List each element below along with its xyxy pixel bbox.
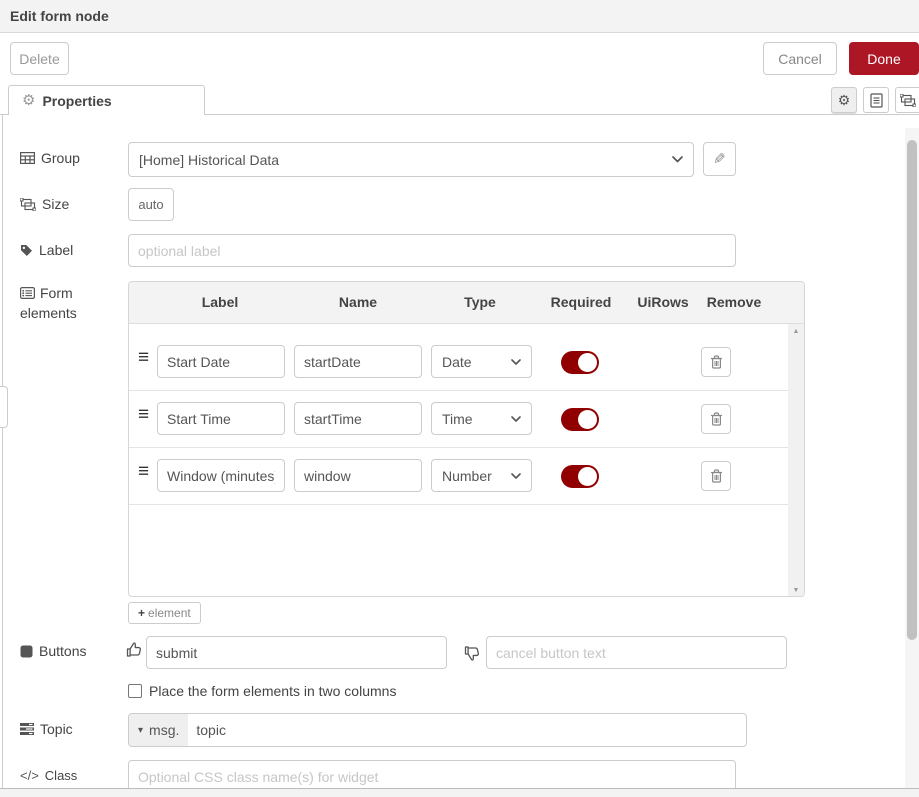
scrollbar-thumb[interactable]	[907, 140, 917, 640]
topic-value[interactable]: topic	[188, 714, 226, 746]
tab-properties-label: Properties	[42, 93, 111, 109]
toggle-knob	[578, 410, 597, 429]
object-group-icon	[900, 94, 916, 107]
tray-footer-strip	[0, 788, 919, 797]
element-name-input[interactable]	[294, 459, 422, 492]
drag-handle-icon[interactable]: ≡	[138, 405, 149, 424]
tasks-icon	[20, 723, 34, 735]
cancel-button[interactable]: Cancel	[763, 42, 837, 75]
two-columns-checkbox-label: Place the form elements in two columns	[149, 683, 396, 699]
delete-element-button[interactable]	[701, 404, 731, 434]
element-type-select[interactable]: Time	[431, 402, 532, 435]
document-icon	[870, 93, 883, 108]
topic-type-label: msg.	[149, 722, 179, 738]
drag-handle-icon[interactable]: ≡	[138, 348, 149, 367]
form-element-row: ≡ Date	[129, 334, 788, 391]
topic-field-label: Topic	[20, 721, 73, 737]
cancel-button-text-input[interactable]	[486, 636, 787, 669]
gear-icon: ⚙	[838, 93, 851, 107]
group-select[interactable]: [Home] Historical Data	[128, 142, 694, 177]
delete-element-button[interactable]	[701, 461, 731, 491]
element-name-input[interactable]	[294, 402, 422, 435]
element-type-select[interactable]: Date	[431, 345, 532, 378]
dialog-title: Edit form node	[10, 8, 109, 24]
object-group-icon	[20, 198, 36, 211]
submit-button-text-input[interactable]	[146, 636, 447, 669]
description-tab-button[interactable]	[863, 87, 889, 113]
element-name-input[interactable]	[294, 345, 422, 378]
toggle-knob	[578, 467, 597, 486]
appearance-tab-button[interactable]	[895, 87, 919, 113]
size-field-label: Size	[20, 196, 69, 212]
group-select-value: [Home] Historical Data	[139, 152, 279, 168]
drag-handle-icon[interactable]: ≡	[138, 462, 149, 481]
thumbs-up-icon	[126, 641, 143, 658]
main-scrollbar[interactable]	[905, 128, 919, 788]
form-elements-table-body: ≡ Date	[129, 324, 804, 597]
column-header-required: Required	[551, 294, 612, 310]
chevron-down-icon	[511, 473, 521, 479]
edit-form-node-dialog: Edit form node Delete Cancel Done ⚙ Prop…	[0, 0, 919, 797]
element-label-input[interactable]	[157, 402, 285, 435]
tray-resize-grip[interactable]	[0, 386, 8, 428]
form-elements-table: Label Name Type Required UiRows Remove ≡…	[128, 281, 805, 597]
label-input[interactable]	[128, 234, 736, 267]
scroll-up-icon[interactable]: ▲	[788, 328, 804, 335]
required-toggle[interactable]	[561, 408, 599, 431]
form-element-row: ≡ Number	[129, 448, 788, 505]
chevron-down-icon	[672, 156, 683, 163]
element-label-input[interactable]	[157, 459, 285, 492]
thumbs-down-icon	[464, 645, 481, 662]
list-alt-icon	[20, 287, 35, 299]
tag-icon	[20, 244, 33, 257]
trash-icon	[710, 355, 723, 369]
chevron-down-icon	[511, 359, 521, 365]
column-header-uirows: UiRows	[637, 294, 688, 310]
delete-button[interactable]: Delete	[10, 42, 69, 75]
size-auto-button[interactable]: auto	[128, 188, 174, 221]
gear-icon: ⚙	[22, 93, 35, 108]
form-element-row: ≡ Time	[129, 391, 788, 448]
tray-left-border	[2, 115, 3, 788]
label-field-label: Label	[20, 242, 73, 258]
scroll-down-icon[interactable]: ▼	[788, 587, 804, 594]
column-header-type: Type	[464, 294, 496, 310]
properties-tab-button[interactable]: ⚙	[831, 87, 857, 113]
pencil-icon: ✎	[713, 150, 726, 168]
table-scrollbar[interactable]: ▲ ▼	[788, 324, 804, 597]
dialog-header: Edit form node	[0, 0, 919, 33]
column-header-label: Label	[202, 294, 239, 310]
done-button[interactable]: Done	[849, 42, 919, 75]
triangle-down-icon: ▾	[138, 725, 143, 736]
column-header-name: Name	[339, 294, 377, 310]
tab-properties[interactable]: ⚙ Properties	[8, 85, 205, 115]
edit-group-button[interactable]: ✎	[703, 142, 736, 176]
topic-typed-input[interactable]: ▾ msg. topic	[128, 713, 747, 747]
chevron-down-icon	[511, 416, 521, 422]
table-icon	[20, 152, 35, 164]
element-type-select[interactable]: Number	[431, 459, 532, 492]
class-field-label: </> Class	[20, 768, 77, 783]
element-label-input[interactable]	[157, 345, 285, 378]
two-columns-checkbox[interactable]	[128, 684, 142, 698]
delete-element-button[interactable]	[701, 347, 731, 377]
add-element-button[interactable]: +element	[128, 602, 201, 624]
topic-type-selector[interactable]: ▾ msg.	[129, 714, 188, 746]
trash-icon	[710, 469, 723, 483]
code-icon: </>	[20, 768, 39, 783]
toggle-knob	[578, 353, 597, 372]
form-elements-table-header: Label Name Type Required UiRows Remove	[129, 282, 804, 324]
form-elements-field-label: Form elements	[20, 283, 104, 323]
group-field-label: Group	[20, 150, 80, 166]
required-toggle[interactable]	[561, 351, 599, 374]
required-toggle[interactable]	[561, 465, 599, 488]
buttons-field-label: Buttons	[20, 643, 86, 659]
square-icon	[20, 645, 33, 658]
column-header-remove: Remove	[707, 294, 761, 310]
trash-icon	[710, 412, 723, 426]
plus-icon: +	[138, 606, 145, 620]
